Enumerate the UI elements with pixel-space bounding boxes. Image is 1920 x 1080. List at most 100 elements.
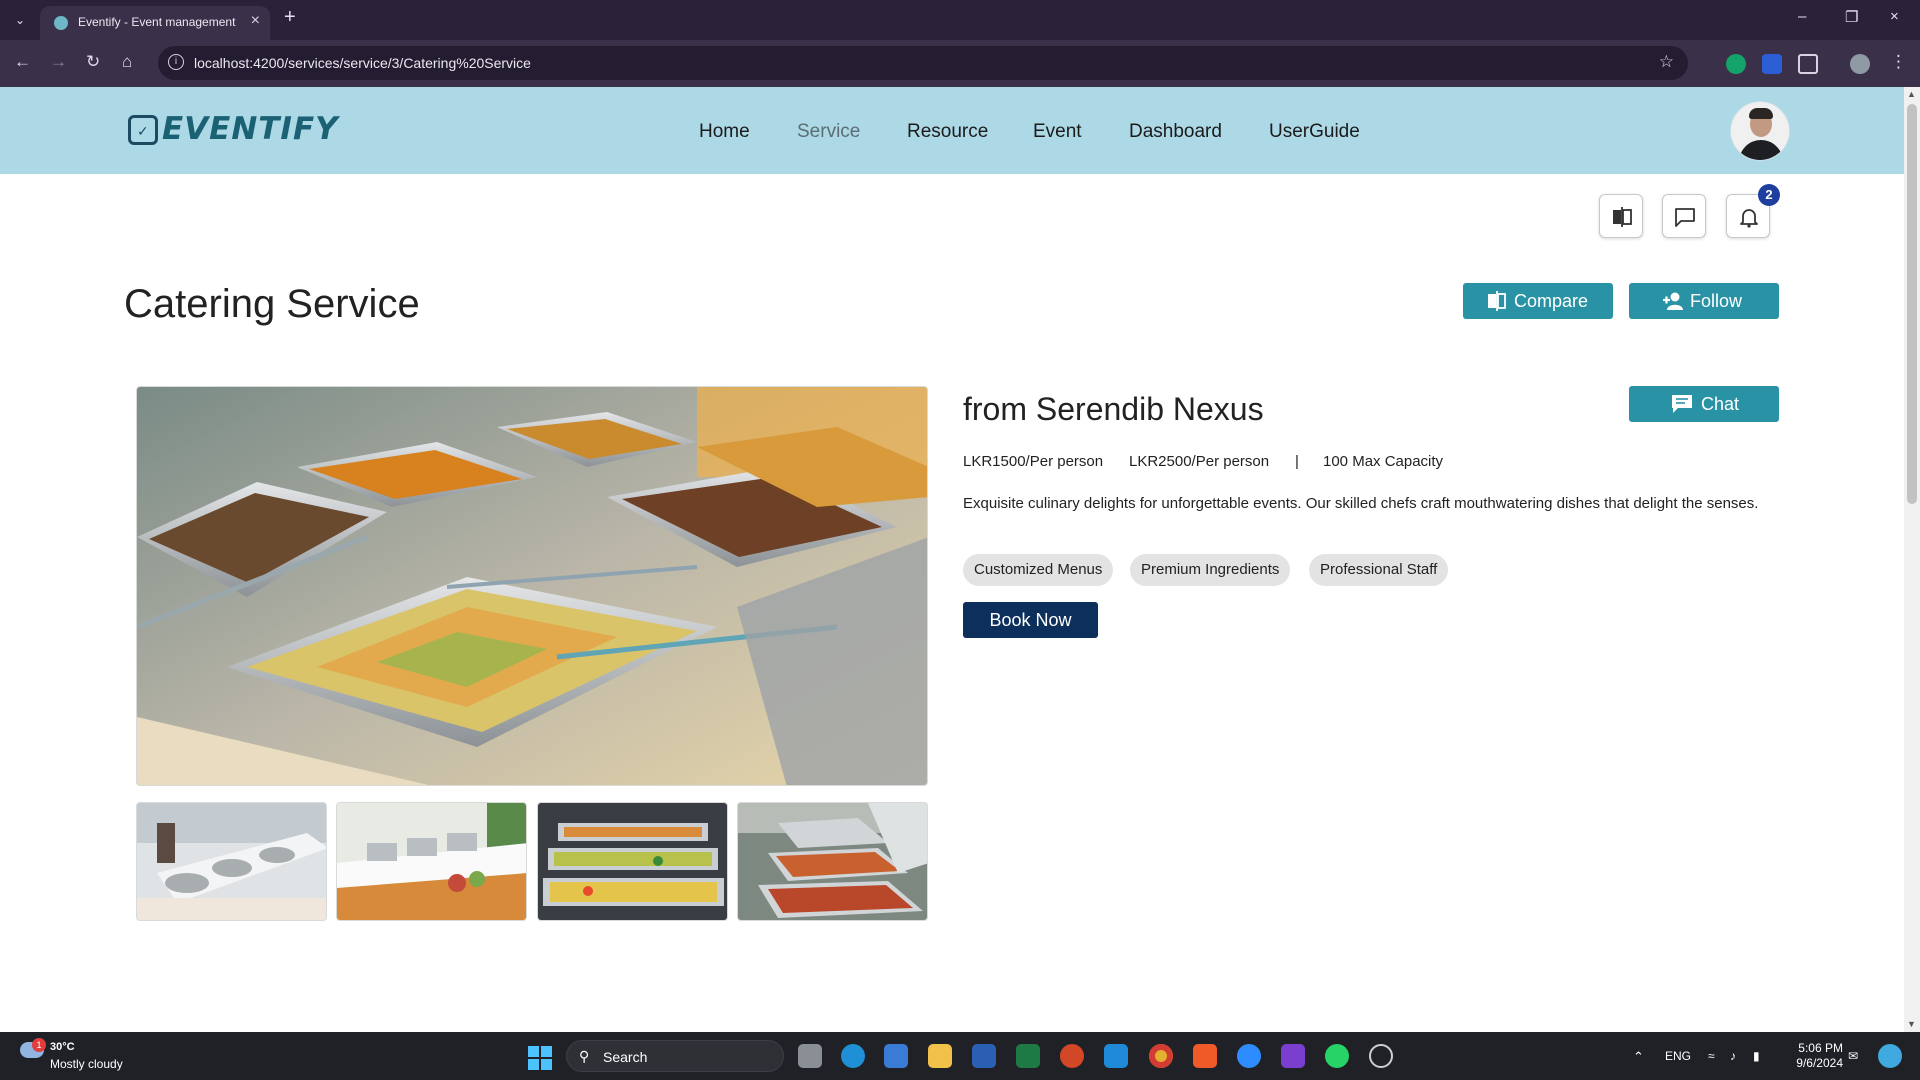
feature-chip: Premium Ingredients (1130, 554, 1291, 586)
visual-studio-icon[interactable] (1281, 1044, 1305, 1068)
gallery-thumbnail-3[interactable] (537, 802, 728, 921)
follow-label: Follow (1690, 291, 1743, 311)
tab-favicon-icon (54, 16, 68, 30)
scroll-thumb[interactable] (1907, 104, 1917, 504)
edge-browser-icon[interactable] (841, 1044, 865, 1068)
vscode-icon[interactable] (1104, 1044, 1128, 1068)
tab-title: Eventify - Event management sys (78, 15, 238, 29)
nav-event[interactable]: Event (1033, 121, 1082, 143)
message-icon (1675, 208, 1695, 227)
restore-icon[interactable]: ❐ (1845, 8, 1858, 26)
scroll-down-icon[interactable]: ▼ (1907, 1019, 1916, 1029)
gallery-thumbnail-1[interactable] (136, 802, 327, 921)
compare-button[interactable]: Compare (1463, 283, 1613, 319)
taskbar-clock[interactable]: 5:06 PM 9/6/2024 (1785, 1041, 1843, 1071)
messages-toolbar-button[interactable] (1662, 194, 1706, 238)
window-close-icon[interactable]: × (1890, 8, 1899, 25)
info-separator: | (1295, 453, 1299, 470)
minimize-icon[interactable]: – (1798, 8, 1806, 25)
buffet-trays-image (538, 803, 727, 920)
taskbar-search[interactable]: ⚲ Search (566, 1040, 784, 1072)
extensions-puzzle-icon[interactable] (1798, 54, 1818, 74)
weather-alert-badge: 1 (32, 1038, 46, 1052)
page-title: Catering Service (124, 282, 420, 326)
user-avatar[interactable] (1730, 101, 1790, 161)
feature-chip: Customized Menus (963, 554, 1114, 586)
main-catering-photo[interactable] (136, 386, 928, 786)
excel-icon[interactable] (1016, 1044, 1040, 1068)
tab-close-icon[interactable]: × (251, 12, 260, 30)
store-icon[interactable] (884, 1044, 908, 1068)
app-header: ✓ EVENTIFY Home Service Resource Event D… (0, 87, 1904, 174)
gallery-thumbnail-4[interactable] (737, 802, 928, 921)
task-view-icon[interactable] (798, 1044, 822, 1068)
price-standard: LKR1500/Per person (963, 453, 1104, 470)
tray-overflow-chevron-icon[interactable]: ⌃ (1633, 1049, 1644, 1065)
chafing-dishes-image (738, 803, 927, 920)
compare-icon (1613, 207, 1632, 227)
windows-start-icon[interactable] (528, 1046, 552, 1070)
calendar-logo-icon[interactable]: ✓ (128, 115, 158, 145)
scroll-up-icon[interactable]: ▲ (1907, 89, 1916, 99)
battery-icon[interactable]: ▮ (1753, 1049, 1760, 1063)
tab-search-chevron-icon[interactable]: ⌄ (8, 8, 32, 32)
chrome-icon[interactable] (1149, 1044, 1173, 1068)
volume-icon[interactable]: ♪ (1730, 1049, 1736, 1063)
clock-time: 5:06 PM (1798, 1041, 1843, 1055)
price-premium: LKR2500/Per person (1129, 453, 1270, 470)
site-info-icon[interactable]: i (168, 54, 184, 70)
browser-menu-icon[interactable]: ⋮ (1890, 52, 1907, 72)
file-explorer-icon[interactable] (928, 1044, 952, 1068)
url-field[interactable]: i localhost:4200/services/service/3/Cate… (158, 46, 1688, 80)
nav-dashboard[interactable]: Dashboard (1129, 121, 1222, 143)
powerpoint-icon[interactable] (1060, 1044, 1084, 1068)
browser-address-bar: ← → ↻ ⌂ i localhost:4200/services/servic… (0, 40, 1920, 87)
os-taskbar: 1 30°C Mostly cloudy ⚲ Search ⌃ ENG ≈ ♪ … (0, 1032, 1920, 1080)
nav-userguide[interactable]: UserGuide (1269, 121, 1360, 143)
bell-icon (1740, 209, 1758, 228)
nav-home[interactable]: Home (699, 121, 750, 143)
wifi-icon[interactable]: ≈ (1708, 1049, 1715, 1063)
logo-text[interactable]: EVENTIFY (162, 111, 339, 147)
new-tab-icon[interactable]: + (284, 6, 296, 29)
follow-button[interactable]: Follow (1629, 283, 1779, 319)
zoom-icon[interactable] (1237, 1044, 1261, 1068)
weather-condition[interactable]: Mostly cloudy (50, 1057, 123, 1071)
obs-icon[interactable] (1369, 1044, 1393, 1068)
home-icon[interactable]: ⌂ (122, 52, 132, 72)
vendor-name: from Serendib Nexus (963, 391, 1264, 427)
brave-icon[interactable] (1193, 1044, 1217, 1068)
word-icon[interactable] (972, 1044, 996, 1068)
forward-icon[interactable]: → (50, 52, 67, 72)
compare-label: Compare (1514, 291, 1589, 311)
browser-tab[interactable]: Eventify - Event management sys × (40, 6, 270, 40)
page-scrollbar[interactable]: ▲ ▼ (1904, 87, 1920, 1032)
bookmark-star-icon[interactable]: ☆ (1659, 52, 1674, 72)
notification-count-badge: 2 (1758, 184, 1780, 206)
clock-date: 9/6/2024 (1796, 1056, 1843, 1070)
notification-bell-icon[interactable]: ✉ (1848, 1049, 1858, 1063)
weather-temperature[interactable]: 30°C (50, 1041, 75, 1053)
chat-icon (1672, 395, 1692, 413)
nav-service[interactable]: Service (797, 121, 860, 143)
max-capacity: 100 Max Capacity (1323, 453, 1444, 470)
profile-icon[interactable] (1850, 54, 1870, 74)
buffet-table-image (337, 803, 526, 920)
compare-toolbar-button[interactable] (1599, 194, 1643, 238)
gallery-thumbnail-2[interactable] (336, 802, 527, 921)
extension-icon[interactable] (1762, 54, 1782, 74)
book-now-button[interactable]: Book Now (963, 602, 1098, 638)
reload-icon[interactable]: ↻ (86, 52, 100, 72)
chat-button[interactable]: Chat (1629, 386, 1779, 422)
chat-label: Chat (1701, 394, 1740, 414)
input-language[interactable]: ENG (1665, 1049, 1691, 1063)
buffet-image (137, 387, 927, 785)
grammarly-extension-icon[interactable] (1726, 54, 1746, 74)
compare-icon (1488, 291, 1506, 311)
feature-chip: Professional Staff (1309, 554, 1449, 586)
whatsapp-icon[interactable] (1325, 1044, 1349, 1068)
copilot-icon[interactable] (1878, 1044, 1902, 1068)
back-icon[interactable]: ← (14, 52, 31, 72)
service-description: Exquisite culinary delights for unforget… (963, 495, 1759, 512)
nav-resource[interactable]: Resource (907, 121, 988, 143)
